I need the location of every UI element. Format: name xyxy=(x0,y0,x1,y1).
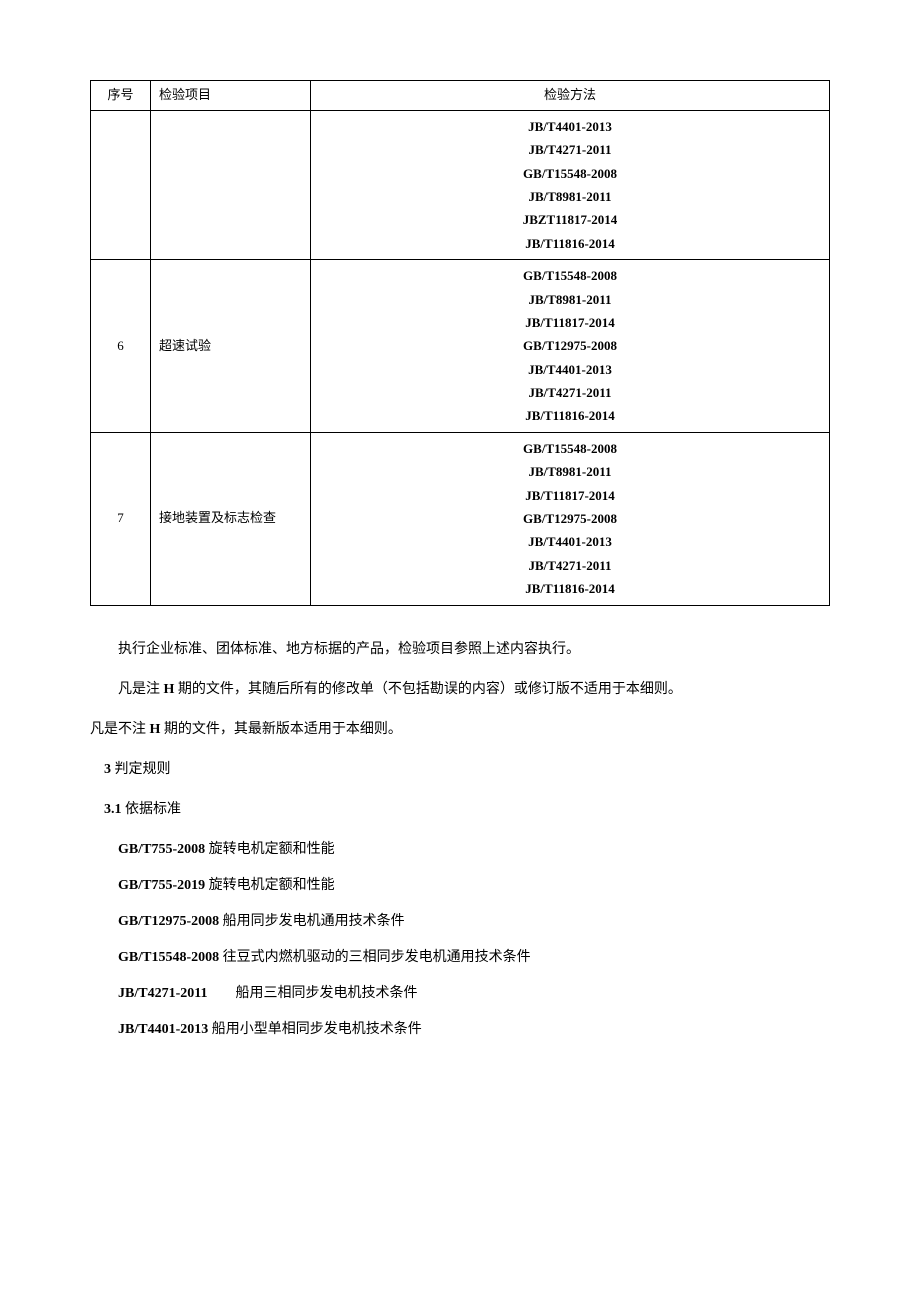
method-text: GB/T15548-2008 xyxy=(319,264,821,287)
standard-entry: GB/T12975-2008 船用同步发电机通用技术条件 xyxy=(90,908,830,936)
standard-code: GB/T15548-2008 xyxy=(118,950,219,965)
method-text: JBZT11817-2014 xyxy=(319,208,821,231)
method-text: GB/T12975-2008 xyxy=(319,507,821,530)
text: 凡是不注 xyxy=(90,722,146,737)
cell-item xyxy=(151,110,311,259)
standard-code: GB/T755-2008 xyxy=(118,842,205,857)
subsection-heading: 3.1 依据标准 xyxy=(90,796,830,824)
method-text: JB/T8981-2011 xyxy=(319,185,821,208)
method-text: JB/T11816-2014 xyxy=(319,232,821,255)
cell-method: GB/T15548-2008 JB/T8981-2011 JB/T11817-2… xyxy=(311,260,830,433)
inspection-table: 序号 检验项目 检验方法 JB/T4401-2013 JB/T4271-2011… xyxy=(90,80,830,606)
method-text: JB/T8981-2011 xyxy=(319,460,821,483)
paragraph: 执行企业标准、团体标准、地方标据的产品，检验项目参照上述内容执行。 xyxy=(90,636,830,664)
method-text: JB/T4401-2013 xyxy=(319,530,821,553)
method-text: JB/T11817-2014 xyxy=(319,484,821,507)
method-text: JB/T11816-2014 xyxy=(319,577,821,600)
paragraph: 凡是注 H 期的文件，其随后所有的修改单（不包括勘误的内容）或修订版不适用于本细… xyxy=(90,676,830,704)
text: 期的文件，其最新版本适用于本细则。 xyxy=(164,722,402,737)
standard-code: GB/T755-2019 xyxy=(118,878,205,893)
method-text: JB/T4401-2013 xyxy=(319,115,821,138)
standard-entry: JB/T4271-2011 船用三相同步发电机技术条件 xyxy=(90,980,830,1008)
table-row: JB/T4401-2013 JB/T4271-2011 GB/T15548-20… xyxy=(91,110,830,259)
method-text: JB/T8981-2011 xyxy=(319,288,821,311)
method-text: GB/T15548-2008 xyxy=(319,437,821,460)
standard-code: JB/T4401-2013 xyxy=(118,1022,208,1037)
cell-seq: 7 xyxy=(91,432,151,605)
paragraph: 凡是不注 H 期的文件，其最新版本适用于本细则。 xyxy=(90,716,830,744)
text: 凡是注 xyxy=(118,682,160,697)
header-seq: 序号 xyxy=(91,81,151,111)
standard-entry: GB/T755-2008 旋转电机定额和性能 xyxy=(90,836,830,864)
standard-entry: JB/T4401-2013 船用小型单相同步发电机技术条件 xyxy=(90,1016,830,1044)
method-text: JB/T4271-2011 xyxy=(319,554,821,577)
table-row: 6 超速试验 GB/T15548-2008 JB/T8981-2011 JB/T… xyxy=(91,260,830,433)
method-text: JB/T4401-2013 xyxy=(319,358,821,381)
method-text: JB/T4271-2011 xyxy=(319,381,821,404)
cell-item: 接地装置及标志检查 xyxy=(151,432,311,605)
method-text: GB/T12975-2008 xyxy=(319,334,821,357)
standard-code: JB/T4271-2011 xyxy=(118,986,207,1001)
standard-name: 船用三相同步发电机技术条件 xyxy=(207,986,417,1001)
standard-code: GB/T12975-2008 xyxy=(118,914,219,929)
section-text: 判定规则 xyxy=(111,762,171,777)
method-text: JB/T4271-2011 xyxy=(319,138,821,161)
cell-method: GB/T15548-2008 JB/T8981-2011 JB/T11817-2… xyxy=(311,432,830,605)
text: 执行企业标准、团体标准、地方标据的产品，检验项目参照上述内容执行。 xyxy=(118,642,580,657)
bold-text: H xyxy=(160,682,178,697)
standard-entry: GB/T15548-2008 往豆式内燃机驱动的三相同步发电机通用技术条件 xyxy=(90,944,830,972)
section-number: 3.1 xyxy=(104,802,122,817)
standard-name: 旋转电机定额和性能 xyxy=(205,878,335,893)
method-text: JB/T11817-2014 xyxy=(319,311,821,334)
header-item: 检验项目 xyxy=(151,81,311,111)
section-text: 依据标准 xyxy=(122,802,182,817)
cell-seq xyxy=(91,110,151,259)
standard-name: 船用同步发电机通用技术条件 xyxy=(219,914,405,929)
header-method: 检验方法 xyxy=(311,81,830,111)
section-number: 3 xyxy=(104,762,111,777)
standard-name: 往豆式内燃机驱动的三相同步发电机通用技术条件 xyxy=(219,950,531,965)
method-text: JB/T11816-2014 xyxy=(319,404,821,427)
method-text: GB/T15548-2008 xyxy=(319,162,821,185)
bold-text: H xyxy=(146,722,164,737)
cell-method: JB/T4401-2013 JB/T4271-2011 GB/T15548-20… xyxy=(311,110,830,259)
text: 期的文件，其随后所有的修改单（不包括勘误的内容）或修订版不适用于本细则。 xyxy=(178,682,682,697)
cell-item: 超速试验 xyxy=(151,260,311,433)
standard-name: 船用小型单相同步发电机技术条件 xyxy=(208,1022,422,1037)
table-header-row: 序号 检验项目 检验方法 xyxy=(91,81,830,111)
standard-name: 旋转电机定额和性能 xyxy=(205,842,335,857)
table-row: 7 接地装置及标志检查 GB/T15548-2008 JB/T8981-2011… xyxy=(91,432,830,605)
section-heading: 3 判定规则 xyxy=(90,756,830,784)
standard-entry: GB/T755-2019 旋转电机定额和性能 xyxy=(90,872,830,900)
cell-seq: 6 xyxy=(91,260,151,433)
